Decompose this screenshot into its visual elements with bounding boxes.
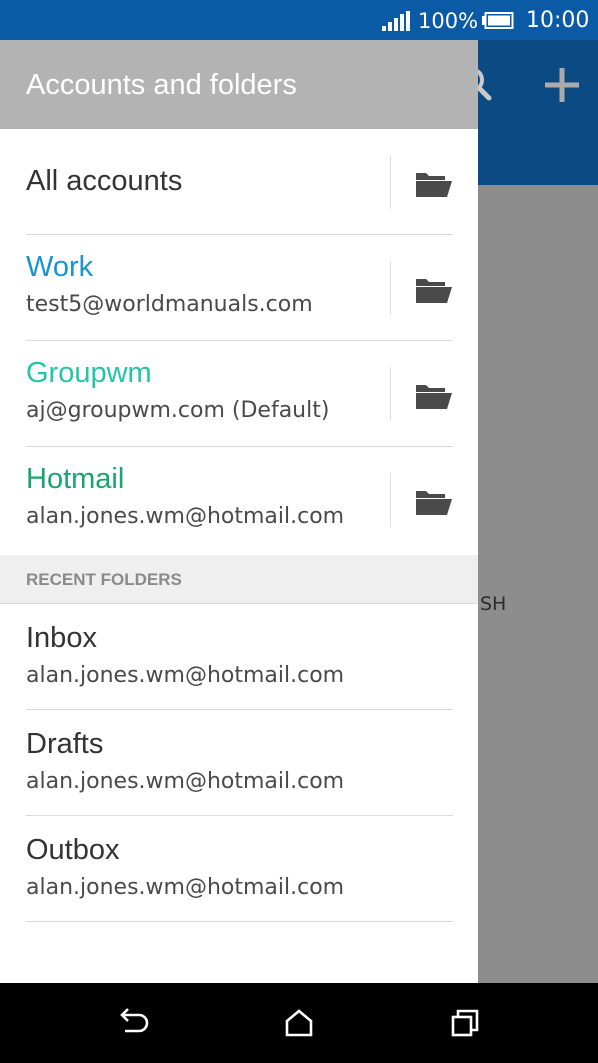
recent-folder-outbox[interactable]: Outbox alan.jones.wm@hotmail.com: [0, 816, 478, 922]
clock: 10:00: [526, 8, 590, 33]
folder-account: alan.jones.wm@hotmail.com: [26, 663, 345, 688]
account-row-all-accounts[interactable]: All accounts: [0, 129, 478, 235]
folder-account: alan.jones.wm@hotmail.com: [26, 769, 345, 794]
folders-button[interactable]: [404, 475, 466, 525]
folder-name: Inbox: [26, 622, 97, 654]
folder-open-icon: [416, 491, 452, 515]
account-row-groupwm[interactable]: Groupwm aj@groupwm.com (Default): [0, 341, 478, 447]
divider: [390, 473, 391, 527]
divider: [26, 921, 453, 922]
drawer-header: Accounts and folders: [0, 40, 478, 129]
folder-name: Drafts: [26, 728, 104, 760]
folder-account: alan.jones.wm@hotmail.com: [26, 875, 345, 900]
folder-name: Outbox: [26, 834, 120, 866]
account-email: aj@groupwm.com (Default): [26, 398, 330, 423]
folder-open-icon: [416, 279, 452, 303]
folders-button[interactable]: [404, 369, 466, 419]
folder-open-icon: [416, 385, 452, 409]
recent-folders-header: RECENT FOLDERS: [0, 555, 478, 604]
divider: [390, 367, 391, 421]
folders-button[interactable]: [404, 157, 466, 207]
home-icon[interactable]: [279, 1003, 319, 1043]
account-name: Hotmail: [26, 463, 125, 495]
folders-button[interactable]: [404, 263, 466, 313]
folder-open-icon: [416, 173, 452, 197]
recent-apps-icon[interactable]: [445, 1003, 485, 1043]
account-name: Groupwm: [26, 357, 152, 389]
background-app-bar: [478, 40, 598, 185]
divider: [390, 155, 391, 209]
account-name: Work: [26, 251, 94, 283]
background-partial-text: SH: [480, 593, 507, 615]
signal-icon: [382, 11, 410, 31]
account-row-hotmail[interactable]: Hotmail alan.jones.wm@hotmail.com: [0, 447, 478, 553]
recent-folder-drafts[interactable]: Drafts alan.jones.wm@hotmail.com: [0, 710, 478, 816]
account-email: test5@worldmanuals.com: [26, 292, 313, 317]
plus-icon: [545, 68, 579, 102]
accounts-drawer: Accounts and folders All accounts Work t…: [0, 40, 478, 983]
battery-icon: [482, 12, 514, 29]
section-title: RECENT FOLDERS: [26, 570, 182, 589]
back-icon[interactable]: [114, 1003, 154, 1043]
account-name: All accounts: [26, 165, 183, 197]
account-row-work[interactable]: Work test5@worldmanuals.com: [0, 235, 478, 341]
recent-folder-inbox[interactable]: Inbox alan.jones.wm@hotmail.com: [0, 604, 478, 710]
drawer-title: Accounts and folders: [26, 69, 297, 101]
navigation-bar: [0, 983, 598, 1063]
account-email: alan.jones.wm@hotmail.com: [26, 504, 345, 529]
status-bar: 100% 10:00: [0, 0, 598, 40]
divider: [390, 261, 391, 315]
battery-percent: 100%: [418, 9, 479, 33]
